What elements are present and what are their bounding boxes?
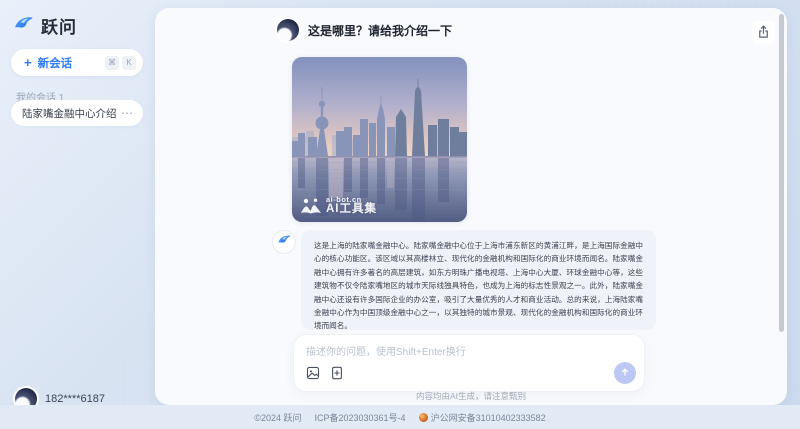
assistant-avatar <box>272 230 296 254</box>
ai-bot-logo-icon <box>300 197 322 215</box>
image-watermark: ai-bot.cn AI工具集 <box>300 195 377 215</box>
brand-title: 跃问 <box>41 13 77 38</box>
app-logo-icon <box>13 12 35 39</box>
image-upload-button[interactable] <box>306 366 320 383</box>
more-icon[interactable]: ⋯ <box>121 106 134 120</box>
file-add-icon <box>330 366 344 383</box>
watermark-name: AI工具集 <box>326 204 377 215</box>
police-badge-icon <box>419 413 428 422</box>
composer <box>293 334 645 392</box>
arrow-up-icon <box>619 366 631 381</box>
image-icon <box>306 366 320 383</box>
footer: ©2024 跃问 ICP备2023030361号-4 沪公网安备31010402… <box>0 405 800 429</box>
send-button[interactable] <box>614 362 636 384</box>
footer-icp[interactable]: ICP备2023030361号-4 <box>315 411 406 424</box>
footer-police-text: 沪公网安备31010402333582 <box>431 411 546 424</box>
attached-image-lujiazui-skyline[interactable]: ai-bot.cn AI工具集 <box>292 57 467 222</box>
kbd-cmd-badge: ⌘ <box>105 56 119 70</box>
sidebar: 跃问 + 新会话 ⌘ K 我的会话 1 陆家嘴金融中心介绍 ⋯ 182****6… <box>0 0 155 405</box>
share-button[interactable] <box>752 21 775 44</box>
user-message-text: 这是哪里？请给我介绍一下 <box>308 22 452 39</box>
new-chat-label: 新会话 <box>38 55 102 71</box>
message-input[interactable] <box>306 343 606 365</box>
ai-disclaimer: 内容均由AI生成，请注意甄别 <box>155 390 787 402</box>
chat-panel: 这是哪里？请给我介绍一下 <box>155 8 787 405</box>
new-chat-button[interactable]: + 新会话 ⌘ K <box>11 49 143 76</box>
file-upload-button[interactable] <box>330 366 344 383</box>
footer-police[interactable]: 沪公网安备31010402333582 <box>419 411 546 424</box>
scrollbar-thumb[interactable] <box>779 14 784 332</box>
conversation-title: 陆家嘴金融中心介绍 <box>22 106 121 121</box>
brand-logo: 跃问 <box>13 12 77 39</box>
user-avatar <box>277 19 299 41</box>
assistant-message-text: 这是上海的陆家嘴金融中心。陆家嘴金融中心位于上海市浦东新区的黄浦江畔，是上海国际… <box>301 230 656 330</box>
footer-copyright: ©2024 跃问 <box>254 411 301 424</box>
kbd-k-badge: K <box>122 56 136 70</box>
plus-icon: + <box>24 55 32 70</box>
app-logo-icon <box>277 232 292 252</box>
user-phone: 182****6187 <box>45 393 105 405</box>
user-message-row: 这是哪里？请给我介绍一下 <box>277 19 452 41</box>
share-icon <box>756 24 771 42</box>
conversation-item[interactable]: 陆家嘴金融中心介绍 ⋯ <box>11 100 143 126</box>
